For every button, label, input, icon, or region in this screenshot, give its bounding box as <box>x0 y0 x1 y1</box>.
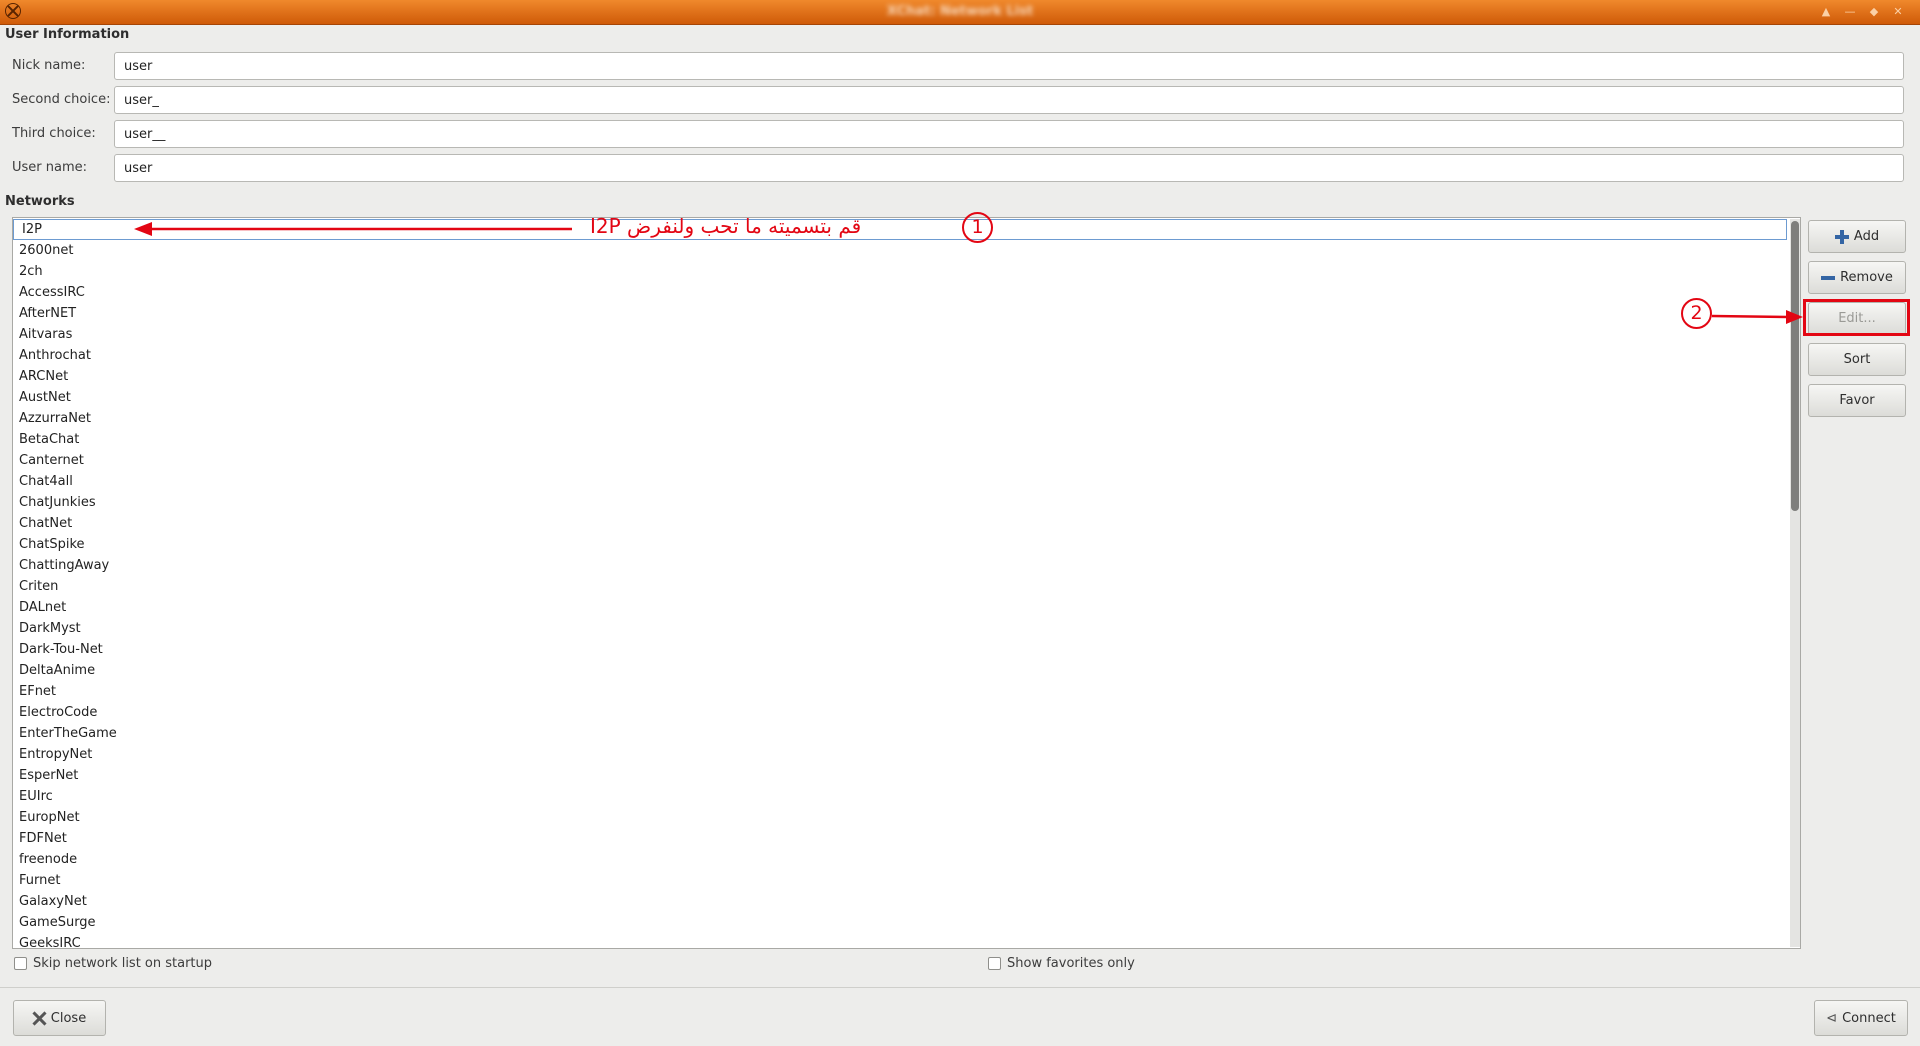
networks-heading: Networks <box>5 194 75 209</box>
network-list-item[interactable]: AfterNET <box>13 303 1787 324</box>
nick-name-field[interactable] <box>114 52 1904 80</box>
remove-button[interactable]: Remove <box>1808 261 1906 294</box>
network-list-item[interactable]: AccessIRC <box>13 282 1787 303</box>
minus-icon <box>1821 275 1836 280</box>
close-icon <box>33 1012 46 1025</box>
sort-button[interactable]: Sort <box>1808 343 1906 376</box>
network-list-item[interactable]: FDFNet <box>13 828 1787 849</box>
window-maximize-button[interactable]: ◆ <box>1865 4 1883 20</box>
close-button-label: Close <box>50 1010 87 1026</box>
favor-button-label: Favor <box>1839 393 1875 408</box>
window-minimize-button[interactable]: — <box>1841 4 1859 20</box>
network-list-item[interactable]: BetaChat <box>13 429 1787 450</box>
network-list-item[interactable]: EuropNet <box>13 807 1787 828</box>
favorites-only-option[interactable]: Show favorites only <box>988 956 1135 971</box>
network-list-scrollbar[interactable] <box>1790 219 1800 947</box>
network-list-item[interactable]: AzzurraNet <box>13 408 1787 429</box>
second-choice-label: Second choice: <box>12 92 111 107</box>
network-list-item[interactable]: DarkMyst <box>13 618 1787 639</box>
window-titlebar[interactable]: XChat: Network List ▲ — ◆ ✕ <box>0 0 1920 25</box>
third-choice-field[interactable] <box>114 120 1904 148</box>
network-list-item[interactable]: Aitvaras <box>13 324 1787 345</box>
network-list-item[interactable]: GalaxyNet <box>13 891 1787 912</box>
network-list-item[interactable]: ChatJunkies <box>13 492 1787 513</box>
favorites-only-label: Show favorites only <box>1007 956 1135 971</box>
network-list-item[interactable]: ChattingAway <box>13 555 1787 576</box>
edit-button-highlight <box>1803 299 1910 336</box>
user-information-heading: User Information <box>5 27 130 42</box>
scrollbar-thumb[interactable] <box>1791 221 1799 511</box>
nick-name-label: Nick name: <box>12 58 86 73</box>
sort-button-label: Sort <box>1843 352 1871 367</box>
network-list-item[interactable]: EnterTheGame <box>13 723 1787 744</box>
step1-annotation-badge: 1 <box>962 212 993 243</box>
favor-button[interactable]: Favor <box>1808 384 1906 417</box>
network-list-item[interactable]: GameSurge <box>13 912 1787 933</box>
network-list-item[interactable]: ElectroCode <box>13 702 1787 723</box>
plus-icon <box>1834 229 1849 244</box>
skip-startup-option[interactable]: Skip network list on startup <box>14 956 212 971</box>
network-list-item[interactable]: 2600net <box>13 240 1787 261</box>
user-name-label: User name: <box>12 160 88 175</box>
network-list-item[interactable]: Criten <box>13 576 1787 597</box>
skip-startup-label: Skip network list on startup <box>33 956 213 971</box>
skip-startup-checkbox[interactable] <box>14 957 27 970</box>
network-list-item[interactable]: GeeksIRC <box>13 933 1787 948</box>
network-list-item[interactable]: Canternet <box>13 450 1787 471</box>
network-list-item[interactable]: DeltaAnime <box>13 660 1787 681</box>
network-list-item[interactable]: ChatNet <box>13 513 1787 534</box>
network-list[interactable]: I2P 2600net 2ch AccessIRC AfterNET Aitvaras An… <box>12 217 1801 949</box>
step2-annotation-badge: 2 <box>1681 298 1712 329</box>
close-button[interactable]: Close <box>13 1000 106 1036</box>
network-list-item[interactable]: ChatSpike <box>13 534 1787 555</box>
window-shade-button[interactable]: ▲ <box>1817 4 1835 20</box>
network-list-item[interactable]: DALnet <box>13 597 1787 618</box>
network-list-item[interactable]: ARCNet <box>13 366 1787 387</box>
window-title: XChat: Network List <box>886 4 1034 19</box>
network-list-item[interactable]: EFnet <box>13 681 1787 702</box>
step1-annotation-text: قم بتسميته ما تحب ولنفرض I2P <box>590 214 862 238</box>
network-list-item[interactable]: EsperNet <box>13 765 1787 786</box>
user-name-field[interactable] <box>114 154 1904 182</box>
connect-button-label: Connect <box>1842 1010 1896 1026</box>
third-choice-label: Third choice: <box>12 126 96 141</box>
connect-icon: ⊲ <box>1826 1010 1838 1026</box>
network-list-item[interactable]: I2P <box>13 219 1787 240</box>
favorites-only-checkbox[interactable] <box>988 957 1001 970</box>
add-button-label: Add <box>1853 229 1880 244</box>
network-list-item[interactable]: Dark-Tou-Net <box>13 639 1787 660</box>
network-list-item[interactable]: EUIrc <box>13 786 1787 807</box>
network-list-item[interactable]: 2ch <box>13 261 1787 282</box>
network-list-item[interactable]: Anthrochat <box>13 345 1787 366</box>
network-list-item[interactable]: Chat4all <box>13 471 1787 492</box>
footer-separator <box>0 987 1920 988</box>
network-list-item[interactable]: EntropyNet <box>13 744 1787 765</box>
connect-button[interactable]: ⊲ Connect <box>1814 1000 1908 1036</box>
second-choice-field[interactable] <box>114 86 1904 114</box>
network-list-item[interactable]: Furnet <box>13 870 1787 891</box>
network-list-item[interactable]: freenode <box>13 849 1787 870</box>
network-list-item[interactable]: AustNet <box>13 387 1787 408</box>
remove-button-label: Remove <box>1840 270 1893 285</box>
add-button[interactable]: Add <box>1808 220 1906 253</box>
window-close-button[interactable]: ✕ <box>1889 4 1907 20</box>
